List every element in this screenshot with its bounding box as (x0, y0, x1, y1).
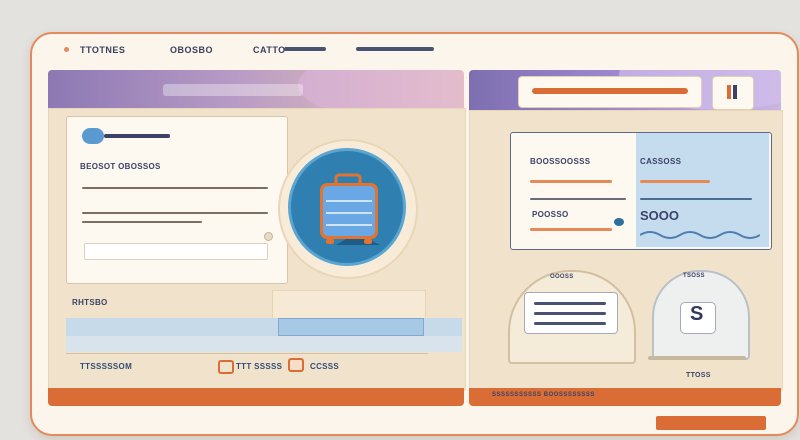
text-input[interactable] (84, 243, 268, 260)
info-left-heading: BOOSSOOSSS (530, 157, 591, 166)
text-line-3 (82, 221, 202, 223)
search-progress (532, 88, 688, 94)
info-right-wave (639, 226, 761, 239)
tab-1[interactable]: TTSSSSSOM (80, 362, 132, 371)
info-left-bar-3 (530, 228, 612, 231)
header-title-bar (163, 84, 303, 96)
slider-handle[interactable] (264, 232, 273, 241)
info-marker (614, 218, 624, 226)
dome-right-base (648, 356, 746, 360)
tab-3[interactable]: CCSSS (310, 362, 339, 371)
info-left-bar-1 (530, 180, 612, 183)
info-left-bar-2 (530, 198, 626, 200)
dome-left-line-2 (534, 312, 606, 315)
info-right-bar-1 (640, 180, 710, 183)
dome-left-line-1 (534, 302, 606, 305)
nav-item-2[interactable]: CATTO (253, 45, 286, 55)
brand-title: TTOTNES (80, 45, 126, 55)
nav-indicator (284, 47, 326, 51)
split-icon (726, 83, 738, 101)
nav-item-1[interactable]: OBOSBO (170, 45, 213, 55)
section-title: BEOSOT OBOSSOS (80, 162, 161, 171)
profile-toggle[interactable] (82, 128, 104, 144)
text-line-2 (82, 212, 268, 214)
info-left-value: POOSSO (532, 210, 569, 219)
header-wave (298, 70, 464, 108)
dome-left-line-3 (534, 322, 606, 325)
luggage-icon (316, 173, 382, 245)
dome-right-caption: TSOSS (683, 273, 705, 279)
right-footer-text: SSSSSSSSSSS BOOSSSSSSSS (492, 392, 595, 398)
left-panel-header (48, 70, 464, 108)
list-header-box (272, 290, 426, 320)
status-dot (64, 47, 69, 52)
tab-3-icon (288, 358, 304, 372)
list-row-band-3 (66, 336, 462, 352)
tab-2-icon (218, 360, 234, 374)
right-footer-button[interactable] (656, 416, 766, 430)
dome-left-label: OOOSS (550, 274, 574, 280)
list-row-line (66, 353, 428, 354)
tab-2[interactable]: TTT SSSSS (236, 362, 282, 371)
list-title: RHTSBO (72, 298, 108, 307)
text-line-1 (82, 187, 268, 189)
top-scrollbar[interactable] (356, 47, 434, 51)
left-footer-bar (48, 388, 464, 406)
dome-right-label: TTOSS (686, 372, 711, 379)
info-right-heading: CASSOSS (640, 157, 682, 166)
dome-right-glyph: S (690, 303, 704, 325)
list-row-band-2 (278, 318, 424, 336)
info-right-value: SOOO (640, 208, 680, 223)
profile-name-bar (104, 134, 170, 138)
info-right-bar-2 (640, 198, 752, 200)
